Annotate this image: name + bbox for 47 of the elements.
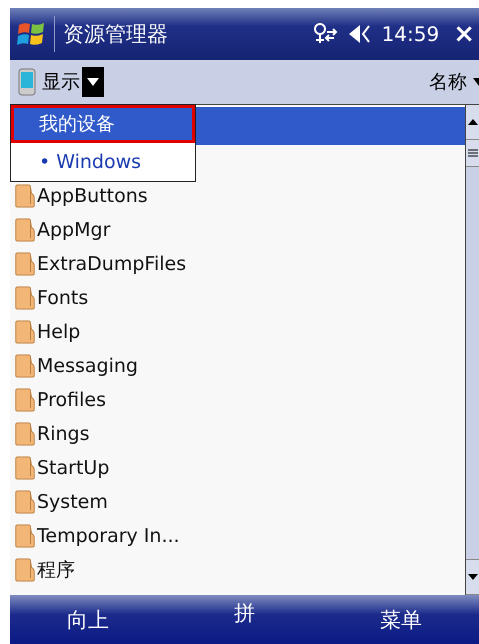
grip-icon (468, 149, 478, 157)
folder-icon (14, 388, 36, 412)
folder-icon (14, 252, 36, 276)
folder-icon (14, 320, 36, 344)
folder-name[interactable]: AppMgr (37, 219, 110, 241)
up-arrow-icon (468, 119, 478, 125)
menu-item[interactable]: 我的设备 (11, 105, 195, 143)
folder-name[interactable]: Messaging (37, 355, 138, 377)
folder-name[interactable]: 程序 (37, 557, 75, 583)
folder-name[interactable]: Temporary In... (37, 525, 180, 547)
folder-icon (14, 524, 36, 548)
window-title: 资源管理器 (63, 21, 169, 48)
folder-icon (14, 354, 36, 378)
folder-name[interactable]: Profiles (37, 389, 106, 411)
sort-by-name[interactable]: 名称 (429, 69, 467, 95)
show-label[interactable]: 显示 (42, 69, 80, 95)
folder-icon (14, 456, 36, 480)
menu-item[interactable]: • Windows (11, 143, 195, 181)
device-icon (18, 68, 36, 96)
scroll-down-button[interactable] (466, 560, 479, 595)
down-arrow-icon (468, 574, 478, 580)
close-button[interactable]: × (449, 19, 479, 49)
folder-icon (14, 218, 36, 242)
folder-icon (14, 184, 36, 208)
speaker-icon[interactable] (348, 23, 372, 45)
dropdown-button[interactable] (82, 67, 104, 97)
scroll-up-button[interactable] (466, 105, 479, 140)
scrollbar[interactable] (465, 104, 479, 595)
up-softkey[interactable]: 向上 (10, 604, 166, 634)
folder-name[interactable]: Help (37, 321, 80, 343)
connectivity-icon[interactable] (312, 22, 338, 46)
folder-name[interactable]: ExtraDumpFiles (37, 253, 186, 275)
folder-name[interactable]: StartUp (37, 457, 110, 479)
caret-icon[interactable] (473, 78, 479, 86)
folder-icon (14, 490, 36, 514)
scroll-thumb[interactable] (466, 140, 479, 167)
caret-icon (87, 78, 99, 86)
folder-icon (14, 558, 36, 582)
folder-name[interactable]: Rings (37, 423, 90, 445)
clock-time[interactable]: 14:59 (382, 22, 440, 46)
folder-name[interactable]: AppButtons (37, 185, 148, 207)
folder-name[interactable]: System (37, 491, 108, 513)
folder-icon (14, 286, 36, 310)
folder-icon (14, 422, 36, 446)
input-method-button[interactable]: 拼 (166, 595, 323, 628)
folder-name[interactable]: Fonts (37, 287, 88, 309)
menu-softkey[interactable]: 菜单 (322, 604, 479, 634)
